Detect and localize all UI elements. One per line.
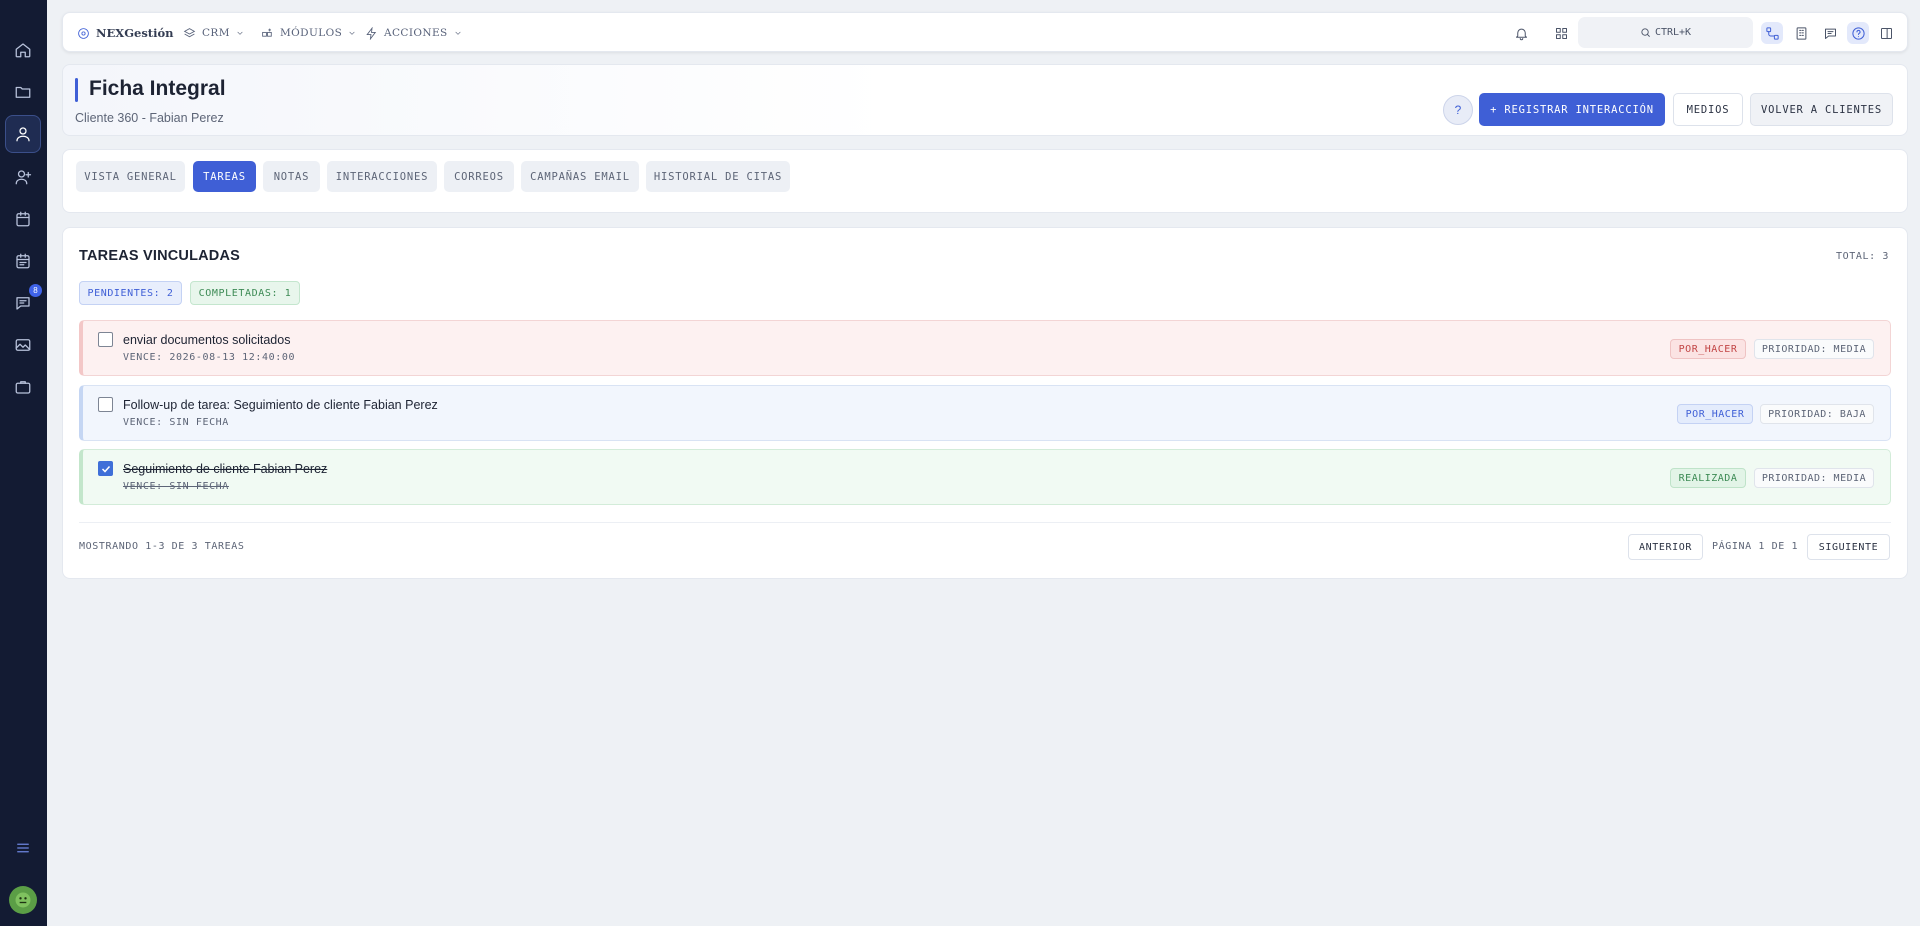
tab-campanas-email[interactable]: CAMPAÑAS EMAIL xyxy=(521,161,639,192)
task-row[interactable]: Seguimiento de cliente Fabian Perez VENC… xyxy=(79,449,1891,505)
menu-crm[interactable]: CRM xyxy=(183,13,244,53)
briefcase-icon[interactable] xyxy=(8,372,38,402)
completed-chip[interactable]: COMPLETADAS: 1 xyxy=(190,281,300,305)
menu-icon[interactable] xyxy=(8,833,38,863)
total-count: TOTAL: 3 xyxy=(1836,251,1889,262)
media-button[interactable]: MEDIOS xyxy=(1673,93,1743,126)
search-icon xyxy=(1641,28,1650,37)
home-icon[interactable] xyxy=(8,35,38,65)
tab-interacciones[interactable]: INTERACCIONES xyxy=(327,161,437,192)
calendar-alt-icon[interactable] xyxy=(8,246,38,276)
tab-notas[interactable]: NOTAS xyxy=(263,161,320,192)
task-due: VENCE: SIN FECHA xyxy=(123,481,229,492)
help-button[interactable]: ? xyxy=(1443,95,1473,125)
layers-icon xyxy=(183,27,196,37)
task-checkbox[interactable] xyxy=(98,332,113,347)
sidebar: 8 xyxy=(0,0,47,926)
priority-badge: PRIORIDAD: MEDIA xyxy=(1754,468,1874,488)
pagination-summary: MOSTRANDO 1-3 DE 3 TAREAS xyxy=(79,541,245,552)
calendar-icon[interactable] xyxy=(8,204,38,234)
task-title: Seguimiento de cliente Fabian Perez xyxy=(123,462,328,476)
task-due: VENCE: SIN FECHA xyxy=(123,417,229,428)
image-icon[interactable] xyxy=(8,330,38,360)
grid-plus-icon xyxy=(262,28,272,37)
next-page-button[interactable]: SIGUIENTE xyxy=(1807,534,1890,560)
page-header: Ficha Integral Cliente 360 - Fabian Pere… xyxy=(62,64,1908,136)
status-badge: REALIZADA xyxy=(1670,468,1746,488)
menu-modulos[interactable]: MÓDULOS xyxy=(261,13,356,53)
top-navbar: NEXGestión CRM MÓDULOS ACCIONES CTRL+K xyxy=(62,12,1908,52)
section-title: TAREAS VINCULADAS xyxy=(79,248,241,264)
priority-badge: PRIORIDAD: MEDIA xyxy=(1754,339,1874,359)
command-search[interactable]: CTRL+K xyxy=(1578,17,1753,48)
linked-tasks-panel: TAREAS VINCULADAS TOTAL: 3 PENDIENTES: 2… xyxy=(62,227,1908,579)
avatar[interactable] xyxy=(9,886,37,914)
status-badge: POR_HACER xyxy=(1670,339,1746,359)
checkmark-icon xyxy=(101,465,110,473)
task-due: VENCE: 2026-08-13 12:40:00 xyxy=(123,352,296,363)
lightning-icon xyxy=(366,26,377,40)
status-badge: POR_HACER xyxy=(1677,404,1753,424)
menu-crm-label: CRM xyxy=(202,27,230,39)
tab-vista-general[interactable]: VISTA GENERAL xyxy=(76,161,185,192)
task-row[interactable]: Follow-up de tarea: Seguimiento de clien… xyxy=(79,385,1891,441)
tab-tareas[interactable]: TAREAS xyxy=(193,161,256,192)
panel-toggle-icon[interactable] xyxy=(1875,22,1897,44)
bell-icon[interactable] xyxy=(1510,22,1532,44)
add-user-icon[interactable] xyxy=(8,162,38,192)
priority-badge: PRIORIDAD: BAJA xyxy=(1760,404,1874,424)
message-icon[interactable] xyxy=(1819,22,1841,44)
chevron-down-icon xyxy=(349,31,355,35)
tab-correos[interactable]: CORREOS xyxy=(444,161,514,192)
chevron-down-icon xyxy=(237,31,243,35)
task-checkbox-checked[interactable] xyxy=(98,461,113,476)
page-subtitle: Cliente 360 - Fabian Perez xyxy=(75,111,224,125)
user-icon[interactable] xyxy=(5,115,41,153)
menu-modulos-label: MÓDULOS xyxy=(280,27,343,39)
page-title: Ficha Integral xyxy=(89,77,226,100)
divider xyxy=(79,522,1891,523)
brand-logo[interactable]: NEXGestión xyxy=(77,13,174,53)
page-indicator: PÁGINA 1 DE 1 xyxy=(1712,541,1799,552)
help-circle-icon[interactable] xyxy=(1847,22,1869,44)
flow-icon[interactable] xyxy=(1761,22,1783,44)
title-accent-bar xyxy=(75,78,78,102)
task-checkbox[interactable] xyxy=(98,397,113,412)
tab-historial-citas[interactable]: HISTORIAL DE CITAS xyxy=(646,161,790,192)
search-shortcut: CTRL+K xyxy=(1654,27,1692,38)
task-row[interactable]: enviar documentos solicitados VENCE: 202… xyxy=(79,320,1891,376)
task-title: enviar documentos solicitados xyxy=(123,333,291,347)
task-title: Follow-up de tarea: Seguimiento de clien… xyxy=(123,398,438,412)
chevron-down-icon xyxy=(455,31,461,35)
menu-acciones[interactable]: ACCIONES xyxy=(365,13,462,53)
previous-page-button[interactable]: ANTERIOR xyxy=(1628,534,1703,560)
folder-icon[interactable] xyxy=(8,77,38,107)
pending-chip[interactable]: PENDIENTES: 2 xyxy=(79,281,182,305)
menu-acciones-label: ACCIONES xyxy=(384,27,448,39)
chat-icon[interactable]: 8 xyxy=(8,284,42,318)
apps-grid-icon[interactable] xyxy=(1550,22,1572,44)
chat-badge: 8 xyxy=(29,284,42,297)
register-interaction-button[interactable]: + REGISTRAR INTERACCIÓN xyxy=(1479,93,1665,126)
tabs-bar: VISTA GENERAL TAREAS NOTAS INTERACCIONES… xyxy=(62,149,1908,213)
back-to-clients-button[interactable]: VOLVER A CLIENTES xyxy=(1750,93,1893,126)
building-icon[interactable] xyxy=(1790,22,1812,44)
brand-name: NEXGestión xyxy=(96,26,174,40)
